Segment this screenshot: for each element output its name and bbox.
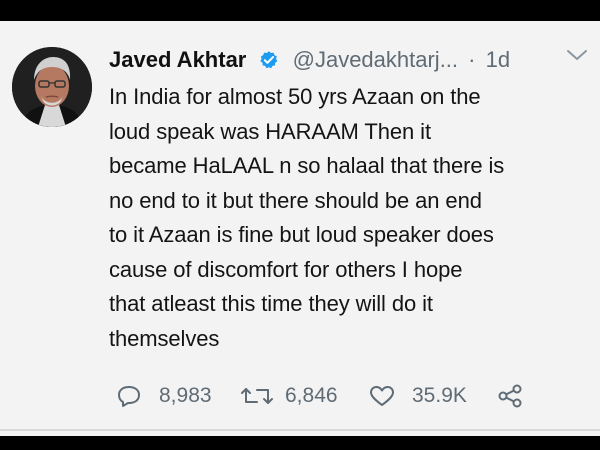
- reply-count: 8,983: [159, 384, 212, 407]
- reply-icon: [118, 386, 140, 407]
- tweet-text-line: to it Azaan is fine but loud speaker doe…: [109, 222, 494, 247]
- tweet-header: Javed Akhtar @Javedakhtarj... · 1d: [109, 43, 599, 77]
- tweet-text: In India for almost 50 yrs Azaan on the …: [109, 80, 599, 356]
- avatar-image: [12, 47, 92, 127]
- chevron-down-icon[interactable]: [565, 47, 589, 68]
- divider: [0, 429, 600, 431]
- separator-dot: ·: [468, 47, 476, 72]
- tweet-card[interactable]: Javed Akhtar @Javedakhtarj... · 1d In In…: [0, 21, 600, 436]
- author-name[interactable]: Javed Akhtar: [109, 47, 246, 72]
- tweet-text-line: loud speak was HARAAM Then it: [109, 118, 431, 144]
- verified-badge-icon: [259, 46, 279, 80]
- tweet-text-line: cause of discomfort for others I hope: [109, 256, 463, 282]
- author-handle[interactable]: @Javedakhtarj...: [293, 47, 458, 72]
- tweet-text-line: In India for almost 50 yrs Azaan on the: [109, 84, 481, 109]
- like-count: 35.9K: [412, 384, 467, 407]
- tweet-text-line: that atleast this time they will do it: [109, 291, 433, 316]
- tweet-text-line: themselves: [109, 325, 220, 351]
- retweet-count: 6,846: [285, 384, 338, 407]
- avatar[interactable]: [12, 47, 92, 127]
- tweet-text-line: became HaLAAL n so halaal that there is: [109, 153, 505, 178]
- heart-icon: [370, 386, 394, 406]
- share-icon: [498, 384, 522, 408]
- retweet-icon: [241, 388, 273, 404]
- timestamp[interactable]: 1d: [486, 47, 510, 72]
- tweet-text-line: no end to it but there should be an end: [109, 187, 482, 213]
